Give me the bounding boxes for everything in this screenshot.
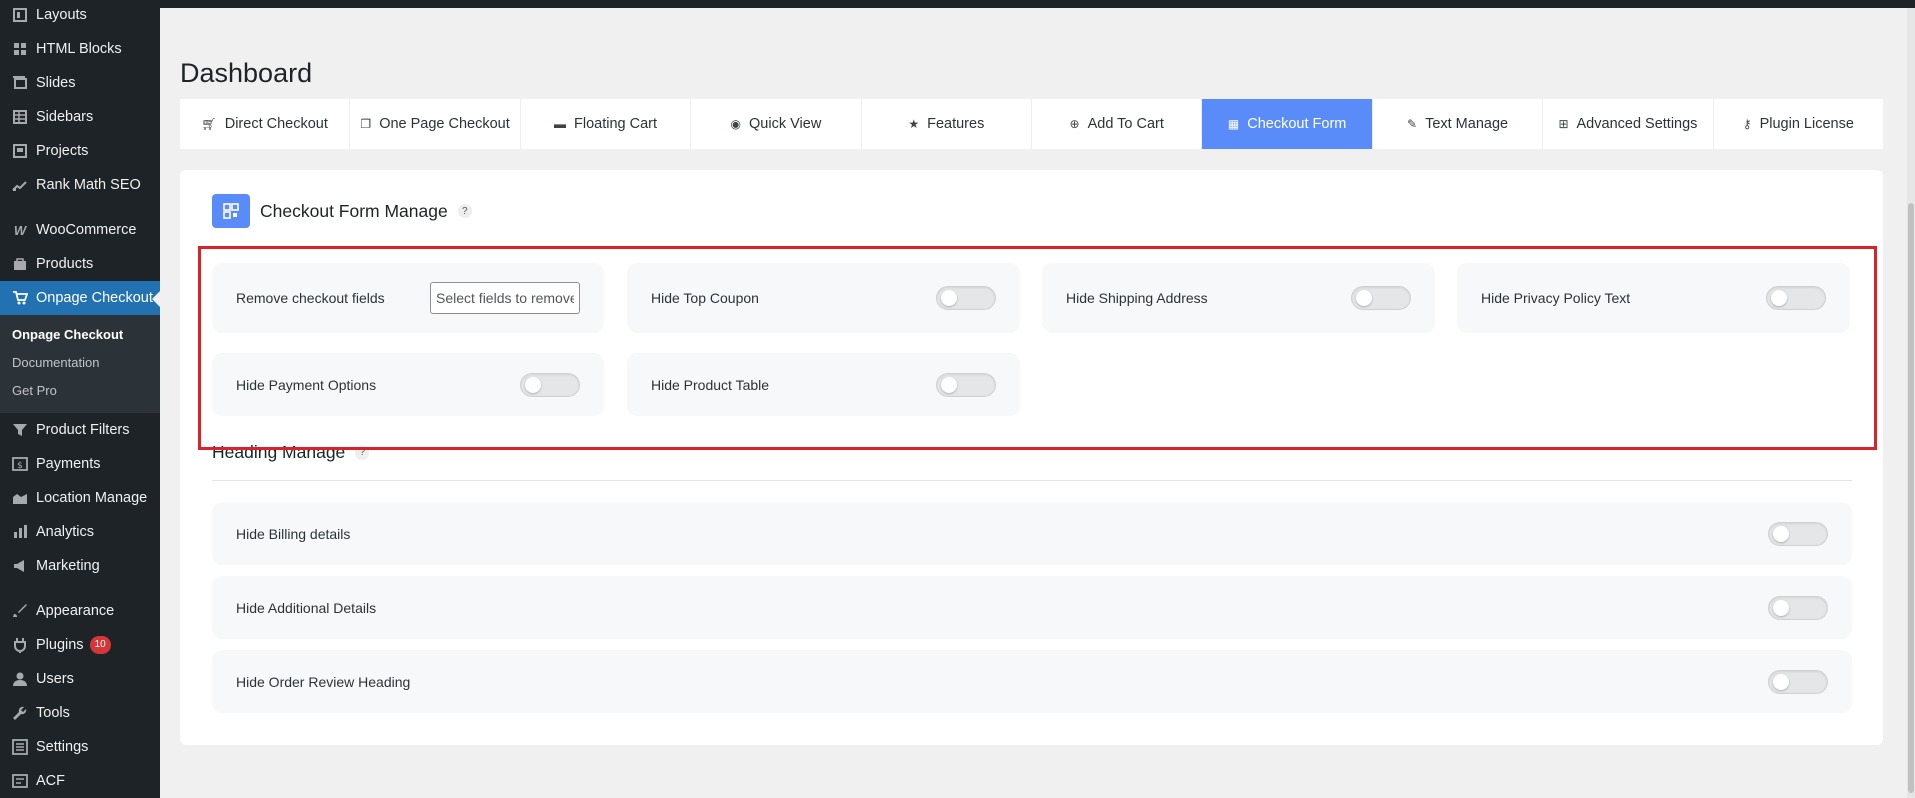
- pencil-icon: ✎: [1407, 117, 1418, 131]
- sidebar-item-appearance[interactable]: Appearance: [0, 594, 160, 628]
- section-title: Checkout Form Manage: [260, 200, 448, 221]
- admin-sidebar: Layouts HTML Blocks Slides Sidebars Proj…: [0, 0, 160, 798]
- sidebar-item-marketing[interactable]: Marketing: [0, 549, 160, 583]
- filter-icon: [10, 420, 30, 440]
- key-icon: ⚷: [1742, 117, 1752, 131]
- sidebar-item-sidebars[interactable]: Sidebars: [0, 100, 160, 134]
- tab-add-to-cart[interactable]: ⊕ Add To Cart: [1032, 99, 1203, 149]
- help-icon[interactable]: ?: [457, 204, 472, 218]
- plugins-update-badge: 10: [89, 636, 111, 654]
- hide-order-review-heading-toggle[interactable]: [1768, 669, 1828, 694]
- marketing-icon: [10, 556, 30, 576]
- tab-features[interactable]: ★ Features: [862, 99, 1033, 149]
- scrollbar-thumb[interactable]: [1908, 203, 1914, 793]
- star-icon: ★: [908, 117, 920, 131]
- submenu-item-documentation[interactable]: Documentation: [0, 349, 160, 377]
- sidebar-item-projects[interactable]: Projects: [0, 134, 160, 168]
- cart-icon: [10, 288, 30, 308]
- svg-text:$: $: [17, 461, 23, 471]
- tab-checkout-form[interactable]: ▦ Checkout Form: [1202, 99, 1373, 149]
- sidebar-item-location-manage[interactable]: Location Manage: [0, 481, 160, 515]
- hide-order-review-heading-row: Hide Order Review Heading: [212, 650, 1852, 713]
- divider: [212, 480, 1852, 481]
- tab-direct-checkout[interactable]: 🛒︎ Direct Checkout: [180, 99, 351, 149]
- hide-billing-details-toggle[interactable]: [1768, 521, 1828, 546]
- sidebar-item-product-filters[interactable]: Product Filters: [0, 413, 160, 447]
- form-icon: ▦: [1227, 117, 1240, 131]
- sidebar-item-settings[interactable]: Settings: [0, 730, 160, 764]
- sidebar-item-slides[interactable]: Slides: [0, 66, 160, 100]
- users-icon: [10, 669, 30, 689]
- tools-icon: [10, 703, 30, 723]
- sidebar-item-users[interactable]: Users: [0, 662, 160, 696]
- woocommerce-icon: W: [13, 222, 27, 238]
- settings-icon: [10, 737, 30, 757]
- plugins-icon: [10, 635, 30, 655]
- html-blocks-icon: [10, 39, 30, 59]
- location-icon: [10, 488, 30, 508]
- sidebar-item-acf[interactable]: ACF: [0, 764, 160, 798]
- submenu-item-get-pro[interactable]: Get Pro: [0, 377, 160, 405]
- hide-additional-details-toggle[interactable]: [1768, 595, 1828, 620]
- tab-advanced-settings[interactable]: ⊞ Advanced Settings: [1543, 99, 1714, 149]
- tab-text-manage[interactable]: ✎ Text Manage: [1373, 99, 1544, 149]
- sidebar-item-products[interactable]: Products: [0, 247, 160, 281]
- layouts-icon: [10, 5, 30, 25]
- eye-icon: ◉: [730, 117, 742, 131]
- payments-icon: $: [10, 454, 30, 474]
- highlight-box: [198, 246, 1877, 450]
- sidebar-item-woocommerce[interactable]: W WooCommerce: [0, 213, 160, 247]
- checkout-form-header: Checkout Form Manage ?: [212, 194, 472, 228]
- hide-additional-details-row: Hide Additional Details: [212, 576, 1852, 639]
- page-title: Dashboard: [180, 58, 313, 88]
- rank-math-icon: [10, 175, 30, 195]
- sidebar-item-html-blocks[interactable]: HTML Blocks: [0, 32, 160, 66]
- cart-box-icon: ▬: [554, 117, 566, 131]
- copy-icon: ❐: [360, 117, 372, 131]
- sidebars-icon: [10, 107, 30, 127]
- slides-icon: [10, 73, 30, 93]
- qr-grid-icon: [212, 194, 250, 228]
- hide-billing-details-row: Hide Billing details: [212, 502, 1852, 565]
- admin-top-bar: [140, 0, 1915, 8]
- sidebar-item-rank-math-seo[interactable]: Rank Math SEO: [0, 168, 160, 202]
- sidebar-item-tools[interactable]: Tools: [0, 696, 160, 730]
- cart-icon: 🛒︎: [201, 117, 217, 131]
- onpage-checkout-submenu: Onpage Checkout Documentation Get Pro: [0, 315, 160, 413]
- sidebar-item-analytics[interactable]: Analytics: [0, 515, 160, 549]
- products-icon: [10, 254, 30, 274]
- tab-quick-view[interactable]: ◉ Quick View: [691, 99, 862, 149]
- sidebar-item-payments[interactable]: $ Payments: [0, 447, 160, 481]
- acf-icon: [10, 771, 30, 791]
- projects-icon: [10, 141, 30, 161]
- sidebar-item-plugins[interactable]: Plugins 10: [0, 628, 160, 662]
- submenu-item-onpage-checkout[interactable]: Onpage Checkout: [0, 321, 160, 349]
- sidebar-item-onpage-checkout[interactable]: Onpage Checkout: [0, 281, 160, 315]
- plus-circle-icon: ⊕: [1069, 117, 1080, 131]
- analytics-icon: [10, 522, 30, 542]
- page-scrollbar[interactable]: [1907, 8, 1915, 798]
- sliders-icon: ⊞: [1558, 117, 1569, 131]
- tab-plugin-license[interactable]: ⚷ Plugin License: [1714, 99, 1883, 149]
- sidebar-item-layouts[interactable]: Layouts: [0, 0, 160, 32]
- tab-floating-cart[interactable]: ▬ Floating Cart: [521, 99, 692, 149]
- tab-one-page-checkout[interactable]: ❐ One Page Checkout: [350, 99, 521, 149]
- appearance-icon: [10, 601, 30, 621]
- settings-tabs: 🛒︎ Direct Checkout ❐ One Page Checkout ▬ Fl…: [180, 99, 1883, 149]
